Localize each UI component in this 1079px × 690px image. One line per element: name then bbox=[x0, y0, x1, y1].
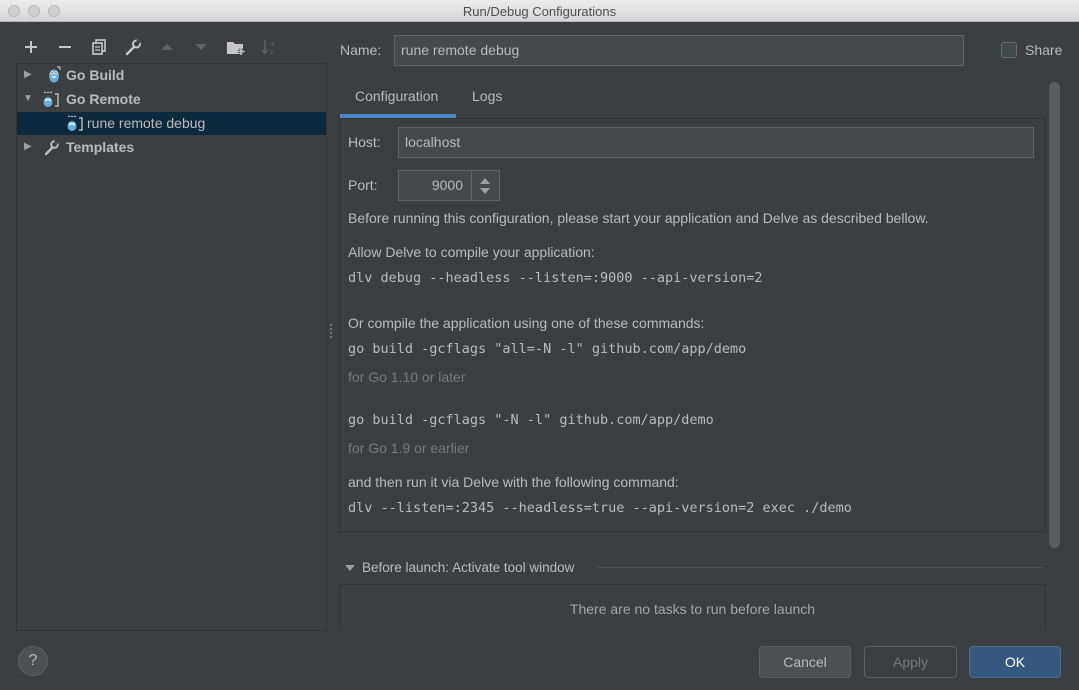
allow-command: dlv debug --headless --listen=:9000 --ap… bbox=[348, 270, 763, 286]
tree-item-label: Go Build bbox=[66, 67, 125, 83]
ok-button[interactable]: OK bbox=[969, 646, 1061, 678]
run-heading: and then run it via Delve with the follo… bbox=[348, 474, 679, 490]
name-field[interactable]: rune remote debug bbox=[394, 35, 964, 66]
add-icon[interactable] bbox=[20, 36, 42, 58]
splitter-handle[interactable] bbox=[330, 324, 333, 342]
build-command-new: go build -gcflags "all=-N -l" github.com… bbox=[348, 341, 747, 357]
go-remote-icon bbox=[41, 90, 59, 108]
port-stepper[interactable] bbox=[471, 171, 499, 200]
new-folder-icon[interactable] bbox=[224, 36, 246, 58]
wrench-icon bbox=[43, 138, 61, 156]
port-value[interactable]: 9000 bbox=[432, 177, 463, 193]
host-field[interactable]: localhost bbox=[398, 127, 1034, 158]
go-build-icon bbox=[45, 66, 63, 84]
configurations-tree[interactable]: ▶ Go Build ▼ Go Remote rune remote debug… bbox=[16, 63, 327, 631]
port-label: Port: bbox=[348, 177, 378, 193]
tree-item-label: Templates bbox=[66, 139, 135, 155]
sort-icon[interactable]: az bbox=[258, 36, 280, 58]
tree-item-go-build[interactable]: ▶ Go Build bbox=[17, 64, 326, 87]
name-label: Name: bbox=[340, 42, 382, 58]
divider bbox=[597, 567, 1042, 568]
svg-text:z: z bbox=[270, 48, 274, 56]
cancel-button[interactable]: Cancel bbox=[759, 646, 851, 678]
svg-text:a: a bbox=[270, 40, 274, 48]
apply-button[interactable]: Apply bbox=[864, 646, 957, 678]
tree-item-go-remote[interactable]: ▼ Go Remote bbox=[17, 88, 326, 111]
remove-icon[interactable] bbox=[54, 36, 76, 58]
help-button[interactable]: ? bbox=[18, 646, 48, 676]
expand-arrow-icon[interactable]: ▶ bbox=[24, 69, 34, 81]
collapse-arrow-icon bbox=[345, 565, 355, 572]
increment-arrow-icon[interactable] bbox=[480, 178, 490, 184]
go-remote-icon bbox=[65, 114, 83, 132]
tab-logs[interactable]: Logs bbox=[472, 88, 502, 118]
share-label: Share bbox=[1025, 42, 1063, 58]
move-up-icon[interactable] bbox=[156, 36, 178, 58]
or-heading: Or compile the application using one of … bbox=[348, 315, 705, 331]
expand-arrow-icon[interactable]: ▶ bbox=[24, 141, 34, 153]
collapse-arrow-icon[interactable]: ▼ bbox=[23, 93, 33, 105]
tree-item-rune-remote-debug[interactable]: rune remote debug bbox=[17, 112, 326, 135]
run-command: dlv --listen=:2345 --headless=true --api… bbox=[348, 500, 852, 516]
window-title: Run/Debug Configurations bbox=[462, 4, 617, 19]
tree-item-label: rune remote debug bbox=[87, 115, 206, 131]
build-command-old: go build -gcflags "-N -l" github.com/app… bbox=[348, 412, 714, 428]
build-command-new-hint: for Go 1.10 or later bbox=[348, 369, 466, 385]
before-launch-toggle[interactable]: Before launch: Activate tool window bbox=[344, 560, 574, 575]
host-label: Host: bbox=[348, 134, 381, 150]
build-command-old-hint: for Go 1.9 or earlier bbox=[348, 440, 470, 456]
title-bar: Run/Debug Configurations bbox=[0, 0, 1079, 22]
wrench-icon[interactable] bbox=[122, 36, 144, 58]
port-spinner[interactable]: 9000 bbox=[398, 170, 500, 201]
move-down-icon[interactable] bbox=[190, 36, 212, 58]
intro-text: Before running this configuration, pleas… bbox=[348, 210, 929, 226]
share-checkbox[interactable] bbox=[1001, 42, 1017, 58]
tree-item-label: Go Remote bbox=[66, 91, 141, 107]
before-launch-panel: There are no tasks to run before launch bbox=[339, 584, 1046, 630]
copy-icon[interactable] bbox=[88, 36, 110, 58]
tree-item-templates[interactable]: ▶ Templates bbox=[17, 136, 326, 159]
allow-heading: Allow Delve to compile your application: bbox=[348, 244, 595, 260]
decrement-arrow-icon[interactable] bbox=[480, 188, 490, 194]
vertical-scrollbar[interactable] bbox=[1049, 82, 1060, 548]
before-launch-empty-text: There are no tasks to run before launch bbox=[569, 601, 816, 617]
before-launch-title: Before launch: Activate tool window bbox=[362, 560, 575, 575]
